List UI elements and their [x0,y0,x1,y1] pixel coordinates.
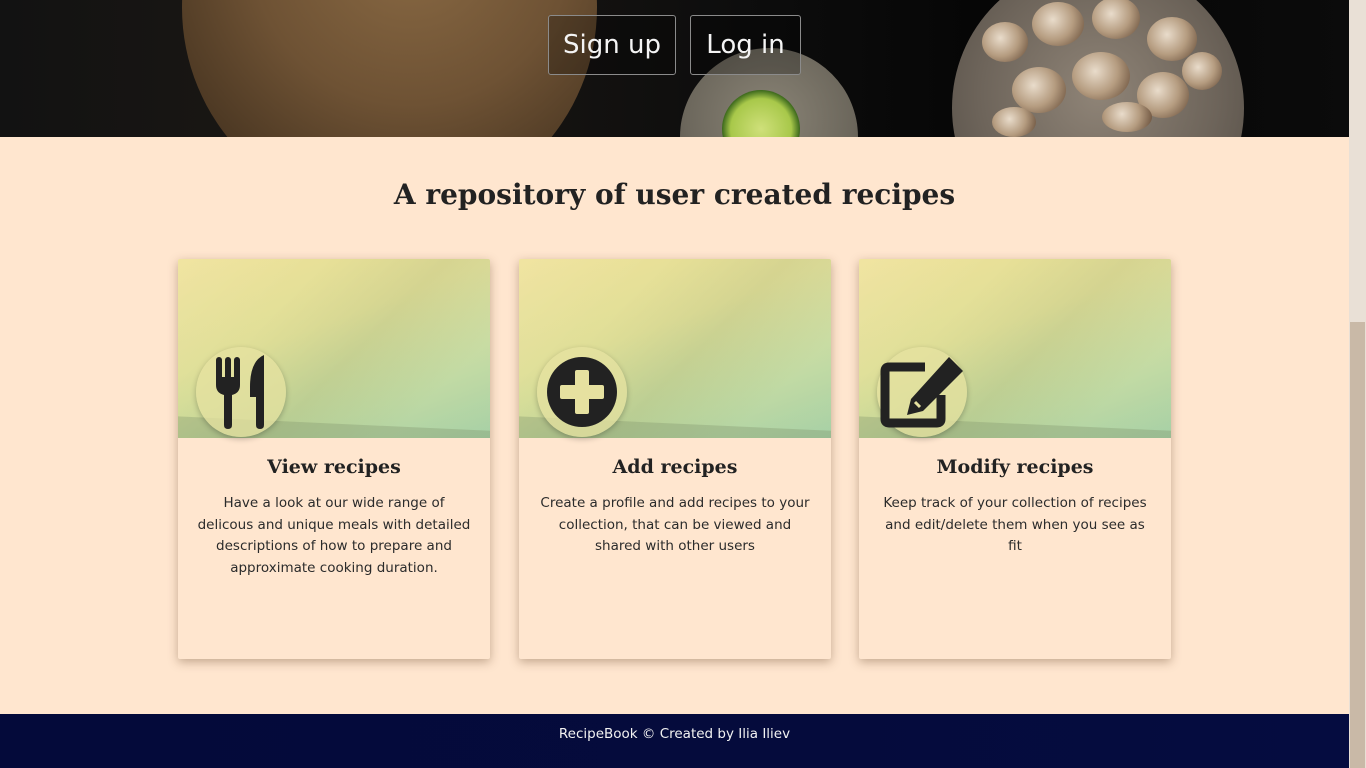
page-headline: A repository of user created recipes [393,178,956,211]
scrollbar-thumb[interactable] [1350,322,1365,768]
edit-icon [877,347,967,437]
card-description: Have a look at our wide range of delicou… [197,495,471,576]
mushroom-bowl-image [952,0,1244,137]
login-button[interactable]: Log in [690,15,801,75]
signup-button[interactable]: Sign up [548,15,676,75]
footer-copyright: RecipeBook © Created by Ilia Iliev [558,726,791,742]
page-footer: RecipeBook © Created by Ilia Iliev [0,714,1349,768]
scrollbar-track[interactable] [1349,0,1366,768]
plus-circle-icon [537,347,627,437]
hero-banner: Sign up Log in [0,0,1349,137]
fork-knife-icon [196,347,286,437]
cutting-board-image [182,0,597,137]
card-title: Modify recipes [936,456,1094,478]
card-title: Add recipes [612,456,738,478]
card-description: Create a profile and add recipes to your… [540,495,810,554]
card-modify-recipes[interactable]: Modify recipes Keep track of your collec… [859,259,1171,659]
card-add-recipes[interactable]: Add recipes Create a profile and add rec… [519,259,831,659]
card-title: View recipes [267,456,401,478]
card-description: Keep track of your collection of recipes… [883,495,1147,554]
card-view-recipes[interactable]: View recipes Have a look at our wide ran… [178,259,490,659]
